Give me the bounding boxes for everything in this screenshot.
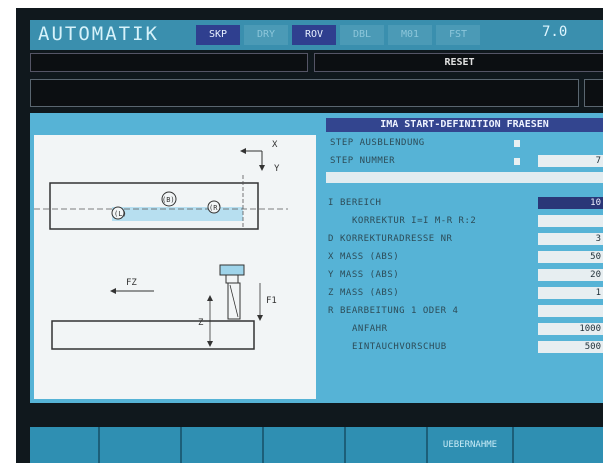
axis-y-arrowhead: [259, 165, 265, 171]
spindle-holder: [219, 264, 245, 276]
point-r-label: (R): [209, 204, 222, 212]
f1-label: F1: [266, 296, 277, 306]
mode-skp-button[interactable]: SKP: [196, 25, 240, 45]
option-label: STEP NUMMER: [330, 156, 396, 166]
mode-dbl-button[interactable]: DBL: [340, 25, 384, 45]
softkey-5[interactable]: [346, 427, 428, 463]
option-row-step-ausblendung: STEP AUSBLENDUNG: [326, 137, 603, 151]
spindle-collar: [225, 274, 239, 284]
alarm-line-right: [584, 79, 603, 107]
message-line: [30, 53, 308, 72]
param-row: D KORREKTURADRESSE NR 3: [326, 233, 603, 247]
softkey-bar: UEBERNAHME: [30, 427, 603, 463]
uebernahme-softkey[interactable]: UEBERNAHME: [428, 427, 514, 463]
z-label: Z: [198, 318, 204, 328]
softkey-7[interactable]: [514, 427, 603, 463]
param-value-korrektur[interactable]: [538, 215, 603, 227]
diagram-svg: X Y (L) (B) (R) FZ Z F1: [34, 140, 288, 350]
param-label: BEARBEITUNG 1 ODER 4: [340, 306, 459, 316]
f1-arrowhead: [257, 315, 263, 321]
param-label: MASS (ABS): [340, 270, 400, 280]
point-b-label: (B): [162, 196, 175, 204]
softkey-1[interactable]: [30, 427, 100, 463]
step-ausblendung-checkbox[interactable]: [514, 140, 520, 147]
param-row: EINTAUCHVORSCHUB 500: [326, 341, 603, 355]
point-l-label: (L): [114, 210, 127, 218]
param-value-bereich[interactable]: 10: [538, 197, 603, 209]
header-bar: AUTOMATIK SKP DRY ROV DBL M01 FST 7.0: [30, 20, 603, 50]
param-row: ANFAHR 1000: [326, 323, 603, 337]
param-label: MASS (ABS): [340, 288, 400, 298]
param-row: X MASS (ABS) 50: [326, 251, 603, 265]
param-label: BEREICH: [340, 198, 382, 208]
param-row: Y MASS (ABS) 20: [326, 269, 603, 283]
softkey-2[interactable]: [100, 427, 182, 463]
param-label: KORREKTURADRESSE NR: [340, 234, 453, 244]
param-label: ANFAHR: [352, 324, 388, 334]
param-row: KORREKTUR I=I M-R R:2: [326, 215, 603, 229]
param-value-y[interactable]: 20: [538, 269, 603, 281]
softkey-4[interactable]: [264, 427, 346, 463]
workpiece-top-view: [49, 182, 259, 230]
fz-label: FZ: [126, 278, 137, 288]
separator-bar: [326, 172, 603, 183]
fz-arrowhead: [110, 288, 116, 294]
param-value-korrekturadresse[interactable]: 3: [538, 233, 603, 245]
step-nummer-checkbox[interactable]: [514, 158, 520, 165]
param-label: EINTAUCHVORSCHUB: [352, 342, 447, 352]
definition-panel: IMA START-DEFINITION FRAESEN X Y (L) (B): [30, 113, 603, 403]
axis-x-arrowhead: [240, 148, 246, 154]
param-value-eintauchvorschub[interactable]: 500: [538, 341, 603, 353]
axis-y-label: Y: [274, 164, 280, 174]
z-arrow-bottom: [207, 341, 213, 347]
param-label: MASS (ABS): [340, 252, 400, 262]
alarm-line: [30, 79, 579, 107]
param-row: R BEARBEITUNG 1 ODER 4: [326, 305, 603, 319]
header-value: 7.0: [542, 24, 568, 40]
mode-title: AUTOMATIK: [38, 23, 159, 45]
mode-fst-button[interactable]: FST: [436, 25, 480, 45]
step-nummer-value[interactable]: 7: [538, 155, 603, 167]
param-row: I BEREICH 10: [326, 197, 603, 211]
cnc-screen: AUTOMATIK SKP DRY ROV DBL M01 FST 7.0 RE…: [16, 8, 603, 463]
workpiece-side-view: [51, 320, 255, 350]
z-arrow-top: [207, 295, 213, 301]
mode-rov-button[interactable]: ROV: [292, 25, 336, 45]
option-row-step-nummer: STEP NUMMER 7: [326, 155, 603, 169]
mode-m01-button[interactable]: M01: [388, 25, 432, 45]
param-row: Z MASS (ABS) 1: [326, 287, 603, 301]
param-label: KORREKTUR I=I M-R R:2: [352, 216, 477, 226]
param-value-anfahr[interactable]: 1000: [538, 323, 603, 335]
param-value-x[interactable]: 50: [538, 251, 603, 263]
softkey-3[interactable]: [182, 427, 264, 463]
parameter-form: STEP AUSBLENDUNG STEP NUMMER 7 I BEREICH…: [326, 135, 603, 399]
option-label: STEP AUSBLENDUNG: [330, 138, 425, 148]
reset-status: RESET: [314, 53, 603, 72]
milling-diagram: X Y (L) (B) (R) FZ Z F1: [34, 135, 316, 399]
axis-x-label: X: [272, 140, 278, 150]
param-value-z[interactable]: 1: [538, 287, 603, 299]
param-value-bearbeitung[interactable]: [538, 305, 603, 317]
panel-title: IMA START-DEFINITION FRAESEN: [326, 118, 603, 132]
mode-dry-button[interactable]: DRY: [244, 25, 288, 45]
